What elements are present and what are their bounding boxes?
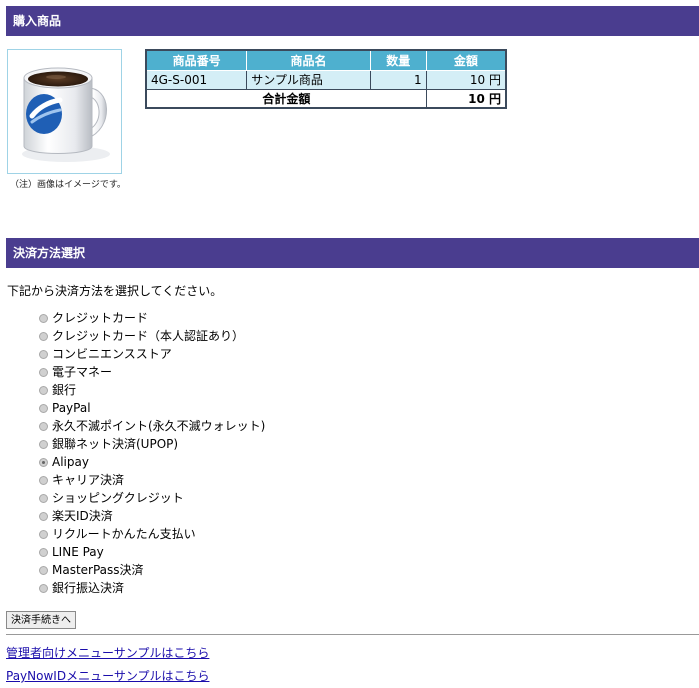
payment-method-label: リクルートかんたん支払い: [52, 527, 196, 541]
radio-button[interactable]: [39, 313, 48, 323]
column-header-amount: 金額: [425, 49, 507, 71]
payment-method-option[interactable]: 電子マネー: [39, 363, 265, 381]
payment-method-label: PayPal: [52, 401, 91, 415]
payment-method-label: クレジットカード（本人認証あり）: [52, 329, 245, 343]
payment-method-option[interactable]: キャリア決済: [39, 471, 265, 489]
order-table: 商品番号 商品名 数量 金額 4G-S-001 サンプル商品 1 10 円 合計…: [145, 49, 507, 109]
table-header-row: 商品番号 商品名 数量 金額: [145, 49, 507, 71]
payment-method-option[interactable]: 楽天ID決済: [39, 507, 265, 525]
payment-method-label: 銀行: [52, 383, 77, 397]
payment-method-option[interactable]: Alipay: [39, 453, 265, 471]
radio-button[interactable]: [39, 529, 48, 539]
radio-button[interactable]: [39, 349, 48, 359]
column-header-quantity: 数量: [369, 49, 427, 71]
payment-method-label: クレジットカード: [52, 311, 149, 325]
item-quantity: 1: [369, 69, 427, 90]
payment-method-option[interactable]: LINE Pay: [39, 543, 265, 561]
admin-menu-link[interactable]: 管理者向けメニューサンプルはこちら: [6, 644, 209, 661]
radio-button[interactable]: [39, 457, 48, 467]
payment-method-option[interactable]: 銀行: [39, 381, 265, 399]
payment-method-option[interactable]: ショッピングクレジット: [39, 489, 265, 507]
radio-button[interactable]: [39, 403, 48, 413]
paynowid-menu-link[interactable]: PayNowIDメニューサンプルはこちら: [6, 667, 209, 684]
radio-button[interactable]: [39, 493, 48, 503]
radio-button[interactable]: [39, 421, 48, 431]
radio-button[interactable]: [39, 475, 48, 485]
payment-method-label: 銀聯ネット決済(UPOP): [52, 437, 179, 451]
item-name: サンプル商品: [246, 69, 371, 90]
total-amount: 10 円: [425, 88, 507, 109]
total-row: 合計金額 10 円: [145, 88, 507, 109]
divider: [6, 634, 699, 635]
radio-button[interactable]: [39, 547, 48, 557]
payment-method-label: コンビニエンスストア: [52, 347, 172, 361]
total-label: 合計金額: [145, 88, 427, 109]
payment-method-option[interactable]: クレジットカード（本人認証あり）: [39, 327, 265, 345]
proceed-to-payment-button[interactable]: 決済手続きへ: [6, 611, 76, 629]
radio-button[interactable]: [39, 565, 48, 575]
payment-method-option[interactable]: 永久不滅ポイント(永久不滅ウォレット): [39, 417, 265, 435]
radio-button[interactable]: [39, 331, 48, 341]
radio-button[interactable]: [39, 511, 48, 521]
table-row: 4G-S-001 サンプル商品 1 10 円: [145, 69, 507, 90]
payment-method-label: ショッピングクレジット: [52, 491, 184, 505]
payment-method-label: キャリア決済: [52, 473, 125, 487]
radio-button[interactable]: [39, 583, 48, 593]
image-disclaimer: （注）画像はイメージです。: [10, 180, 126, 190]
payment-method-option[interactable]: クレジットカード: [39, 309, 265, 327]
payment-method-label: 電子マネー: [52, 365, 113, 379]
payment-method-label: LINE Pay: [52, 545, 104, 559]
payment-method-label: 楽天ID決済: [52, 509, 113, 523]
payment-section-header: 決済方法選択: [6, 238, 699, 268]
radio-button[interactable]: [39, 367, 48, 377]
payment-method-option[interactable]: コンビニエンスストア: [39, 345, 265, 363]
payment-method-label: MasterPass決済: [52, 563, 144, 577]
payment-method-option[interactable]: リクルートかんたん支払い: [39, 525, 265, 543]
payment-method-option[interactable]: 銀行振込決済: [39, 579, 265, 597]
column-header-code: 商品番号: [145, 49, 248, 71]
payment-method-label: Alipay: [52, 455, 89, 469]
coffee-mug-icon: [22, 67, 110, 162]
purchase-section-header: 購入商品: [6, 6, 699, 36]
payment-instruction: 下記から決済方法を選択してください。: [7, 284, 223, 298]
item-code: 4G-S-001: [145, 69, 248, 90]
payment-method-option[interactable]: PayPal: [39, 399, 265, 417]
product-image: [7, 49, 122, 174]
radio-button[interactable]: [39, 385, 48, 395]
column-header-name: 商品名: [246, 49, 371, 71]
payment-method-option[interactable]: MasterPass決済: [39, 561, 265, 579]
radio-button[interactable]: [39, 439, 48, 449]
payment-method-option[interactable]: 銀聯ネット決済(UPOP): [39, 435, 265, 453]
payment-method-list: クレジットカードクレジットカード（本人認証あり） コンビニエンスストア 電子マネー銀…: [39, 309, 265, 597]
item-amount: 10 円: [425, 69, 507, 90]
payment-method-label: 銀行振込決済: [52, 581, 125, 595]
payment-method-label: 永久不滅ポイント(永久不滅ウォレット): [52, 419, 266, 433]
